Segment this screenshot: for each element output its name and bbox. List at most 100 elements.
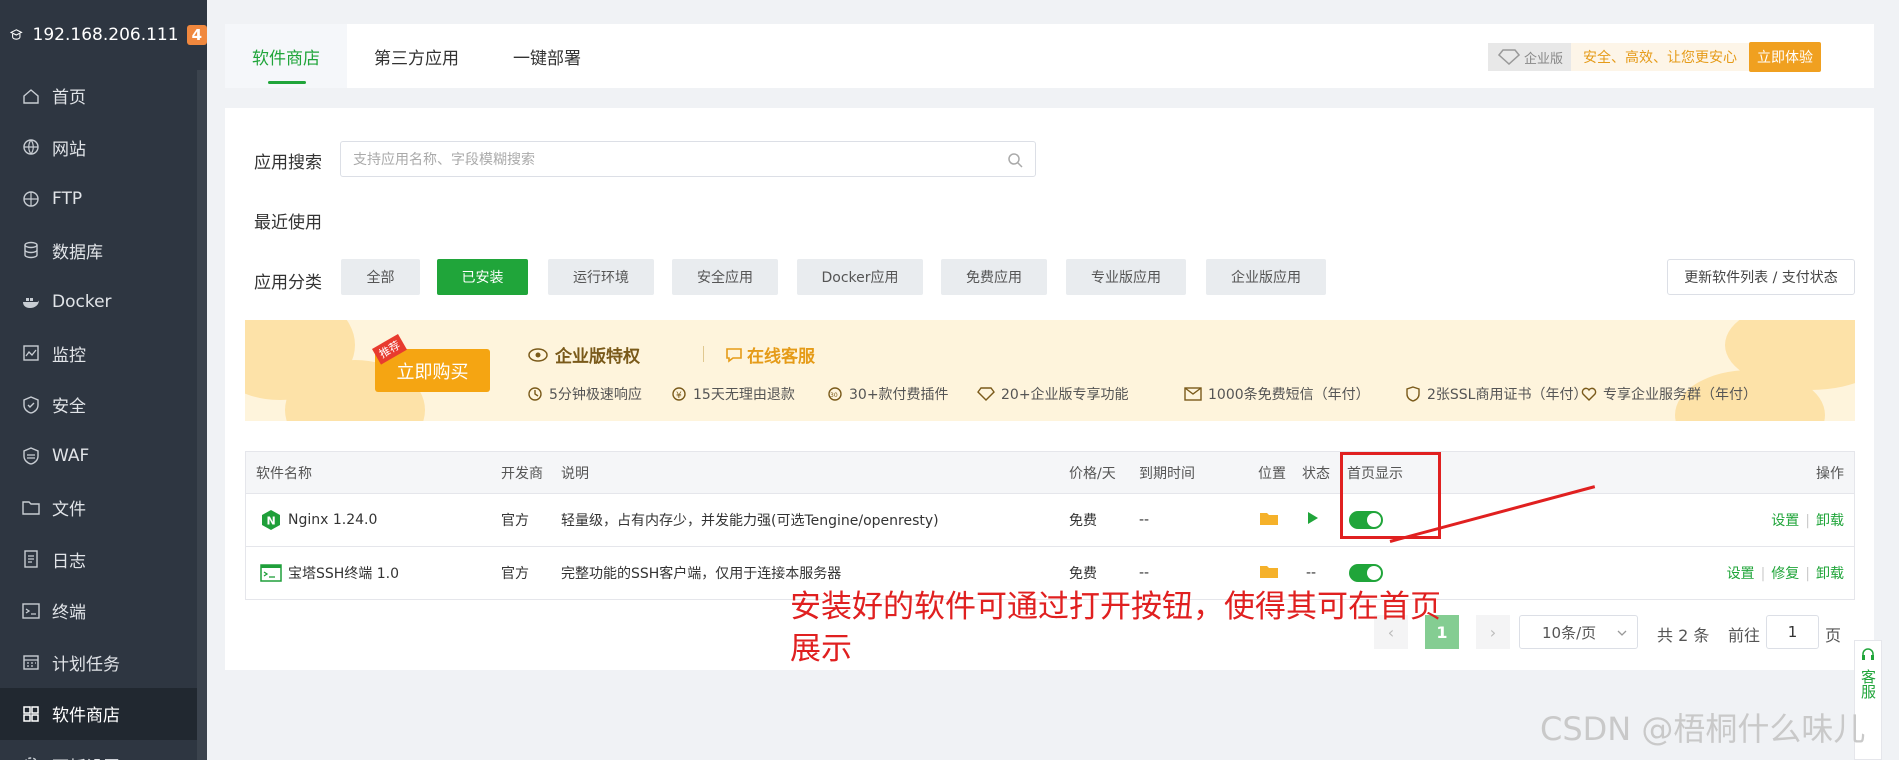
calendar-icon <box>22 653 40 671</box>
category-free[interactable]: 免费应用 <box>941 259 1047 295</box>
sidebar-item-10[interactable]: 终端 <box>0 585 207 637</box>
sidebar-item-6[interactable]: 安全 <box>0 379 207 431</box>
highlight-box <box>1340 452 1441 539</box>
online-service-link[interactable]: 在线客服 <box>725 342 815 367</box>
category-pro[interactable]: 专业版应用 <box>1066 259 1186 295</box>
price: 免费 <box>1069 566 1097 582</box>
page-unit-label: 页 <box>1825 626 1842 645</box>
folder-icon[interactable] <box>1260 564 1278 582</box>
diamond-icon <box>1497 49 1520 65</box>
refund-icon: ¥ <box>671 386 687 402</box>
shield-icon <box>22 395 40 414</box>
col-price: 价格/天 <box>1069 465 1116 482</box>
tab-software-store[interactable]: 软件商店 <box>225 24 347 88</box>
sidebar-item-label: FTP <box>52 188 83 209</box>
next-page-button[interactable]: › <box>1476 615 1510 649</box>
sidebar-header[interactable]: 192.168.206.111 4 <box>0 0 207 70</box>
sidebar-item-label: 监控 <box>52 345 86 366</box>
search-icon[interactable] <box>1007 152 1023 168</box>
enterprise-promo: 企业版 安全、高效、让您更安心 立即体验 <box>1487 42 1821 72</box>
sidebar-item-4[interactable]: Docker <box>0 276 207 328</box>
svg-text:N: N <box>267 515 276 528</box>
category-docker[interactable]: Docker应用 <box>797 259 923 295</box>
col-expire: 到期时间 <box>1139 465 1195 482</box>
software-name[interactable]: Nginx 1.24.0 <box>288 512 377 528</box>
folder-icon[interactable] <box>1260 511 1278 529</box>
notification-badge[interactable]: 4 <box>186 25 207 45</box>
recent-label: 最近使用 <box>254 213 322 233</box>
software-name[interactable]: 宝塔SSH终端 1.0 <box>288 563 399 583</box>
diamond-icon <box>977 387 995 401</box>
sidebar-item-label: 安全 <box>52 397 86 418</box>
col-location: 位置 <box>1258 465 1286 482</box>
feature-item: 30 30+款付费插件 <box>827 384 949 404</box>
sidebar-item-2[interactable]: FTP <box>0 173 207 225</box>
sidebar-item-label: 软件商店 <box>52 706 120 727</box>
feature-item: 专享企业服务群（年付） <box>1581 384 1757 404</box>
col-name: 软件名称 <box>256 465 312 482</box>
update-software-list-button[interactable]: 更新软件列表 / 支付状态 <box>1667 259 1855 295</box>
svg-text:30: 30 <box>830 392 838 399</box>
sidebar-item-8[interactable]: 文件 <box>0 482 207 534</box>
software-table: 软件名称 开发商 说明 价格/天 到期时间 位置 状态 首页显示 操作 N Ng… <box>245 451 1855 600</box>
goto-page-input[interactable]: 1 <box>1766 615 1819 649</box>
feature-item: 1000条免费短信（年付） <box>1184 384 1370 404</box>
nginx-icon: N <box>262 510 280 530</box>
sidebar-item-5[interactable]: 监控 <box>0 328 207 380</box>
uninstall-link[interactable]: 卸载 <box>1816 513 1844 529</box>
repair-link[interactable]: 修复 <box>1771 566 1799 582</box>
docker-icon <box>22 293 40 311</box>
category-runtime[interactable]: 运行环境 <box>548 259 654 295</box>
headset-icon <box>1862 648 1874 660</box>
settings-link[interactable]: 设置 <box>1771 513 1799 529</box>
waf-icon <box>22 447 40 465</box>
table-header: 软件名称 开发商 说明 价格/天 到期时间 位置 状态 首页显示 操作 <box>245 451 1855 494</box>
tab-bar: 软件商店 第三方应用 一键部署 企业版 安全、高效、让您更安心 立即体验 <box>225 24 1874 88</box>
sidebar-item-3[interactable]: 数据库 <box>0 225 207 277</box>
chevron-down-icon <box>1617 630 1627 636</box>
category-label: 应用分类 <box>254 273 322 293</box>
category-enterprise[interactable]: 企业版应用 <box>1206 259 1326 295</box>
sidebar: 192.168.206.111 4 首页 网站 FTP 数据库 Docker 监控安全 WA… <box>0 0 207 760</box>
chat-icon <box>726 347 742 363</box>
sidebar-item-0[interactable]: 首页 <box>0 70 207 122</box>
feature-item: ¥15天无理由退款 <box>671 384 795 404</box>
homepage-toggle[interactable] <box>1349 564 1383 582</box>
mail-icon <box>1184 387 1202 401</box>
sidebar-item-7[interactable]: WAF <box>0 431 207 483</box>
heart-icon <box>1581 386 1597 402</box>
ssl-icon <box>1405 386 1421 402</box>
tab-one-click-deploy[interactable]: 一键部署 <box>486 24 608 88</box>
search-input[interactable]: 支持应用名称、字段模糊搜索 <box>340 141 1036 177</box>
enterprise-tag: 企业版 <box>1487 43 1571 71</box>
sidebar-item-9[interactable]: 日志 <box>0 534 207 586</box>
col-desc: 说明 <box>561 465 589 482</box>
sidebar-item-12[interactable]: 软件商店 <box>0 688 207 740</box>
category-all[interactable]: 全部 <box>341 259 420 295</box>
feature-item: 20+企业版专享功能 <box>977 384 1129 404</box>
status-text: -- <box>1306 565 1317 581</box>
uninstall-link[interactable]: 卸载 <box>1816 566 1844 582</box>
monitor-icon <box>22 344 40 362</box>
category-security[interactable]: 安全应用 <box>672 259 778 295</box>
tab-third-party[interactable]: 第三方应用 <box>347 24 486 88</box>
divider <box>703 346 704 362</box>
expire-time: -- <box>1139 565 1150 581</box>
category-installed[interactable]: 已安装 <box>437 259 528 295</box>
play-icon[interactable] <box>1307 511 1319 529</box>
sidebar-item-11[interactable]: 计划任务 <box>0 637 207 689</box>
sidebar-item-label: Docker <box>52 291 112 312</box>
fast-response-icon <box>527 386 543 402</box>
sidebar-scrollbar[interactable] <box>197 70 207 760</box>
page-size-select[interactable]: 10条/页 <box>1519 615 1638 649</box>
settings-link[interactable]: 设置 <box>1727 566 1755 582</box>
sidebar-item-13[interactable]: 面板设置 <box>0 740 207 760</box>
terminal-icon <box>22 602 40 620</box>
try-now-button[interactable]: 立即体验 <box>1749 42 1821 72</box>
terminal-icon <box>260 564 282 582</box>
eye-icon <box>528 347 548 362</box>
sidebar-item-1[interactable]: 网站 <box>0 122 207 174</box>
plugin-icon: 30 <box>827 386 843 402</box>
col-vendor: 开发商 <box>501 465 543 482</box>
table-row: N Nginx 1.24.0 官方 轻量级，占有内存少，并发能力强(可选Teng… <box>245 494 1855 547</box>
